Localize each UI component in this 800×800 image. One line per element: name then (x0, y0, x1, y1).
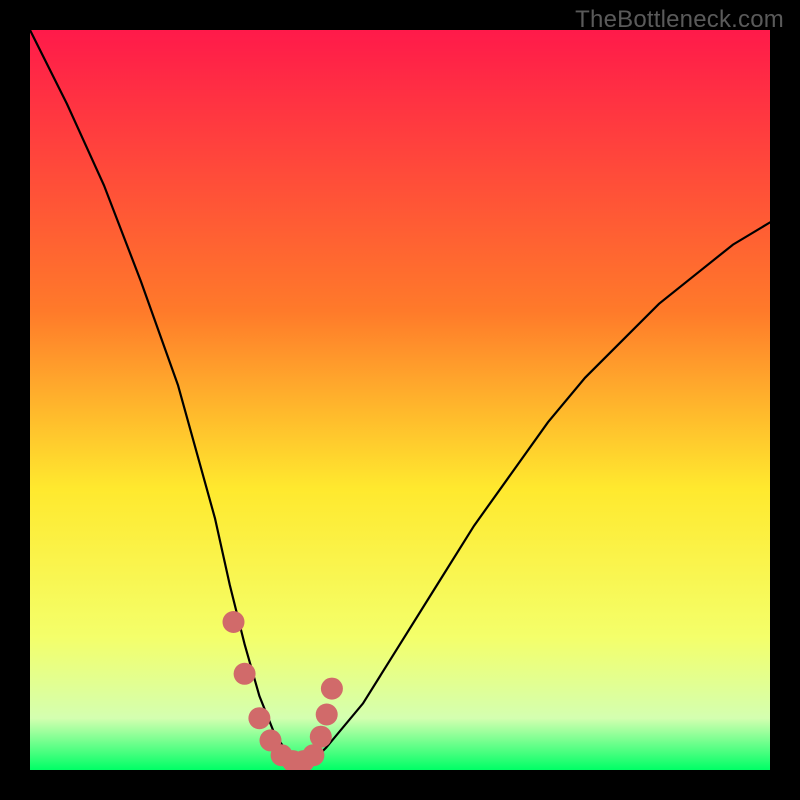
chart-svg (30, 30, 770, 770)
gradient-background (30, 30, 770, 770)
marker-dot (316, 704, 338, 726)
marker-dot (234, 663, 256, 685)
marker-dot (310, 726, 332, 748)
marker-dot (248, 707, 270, 729)
marker-dot (223, 611, 245, 633)
plot-area (30, 30, 770, 770)
marker-dot (321, 678, 343, 700)
chart-frame: TheBottleneck.com (0, 0, 800, 800)
